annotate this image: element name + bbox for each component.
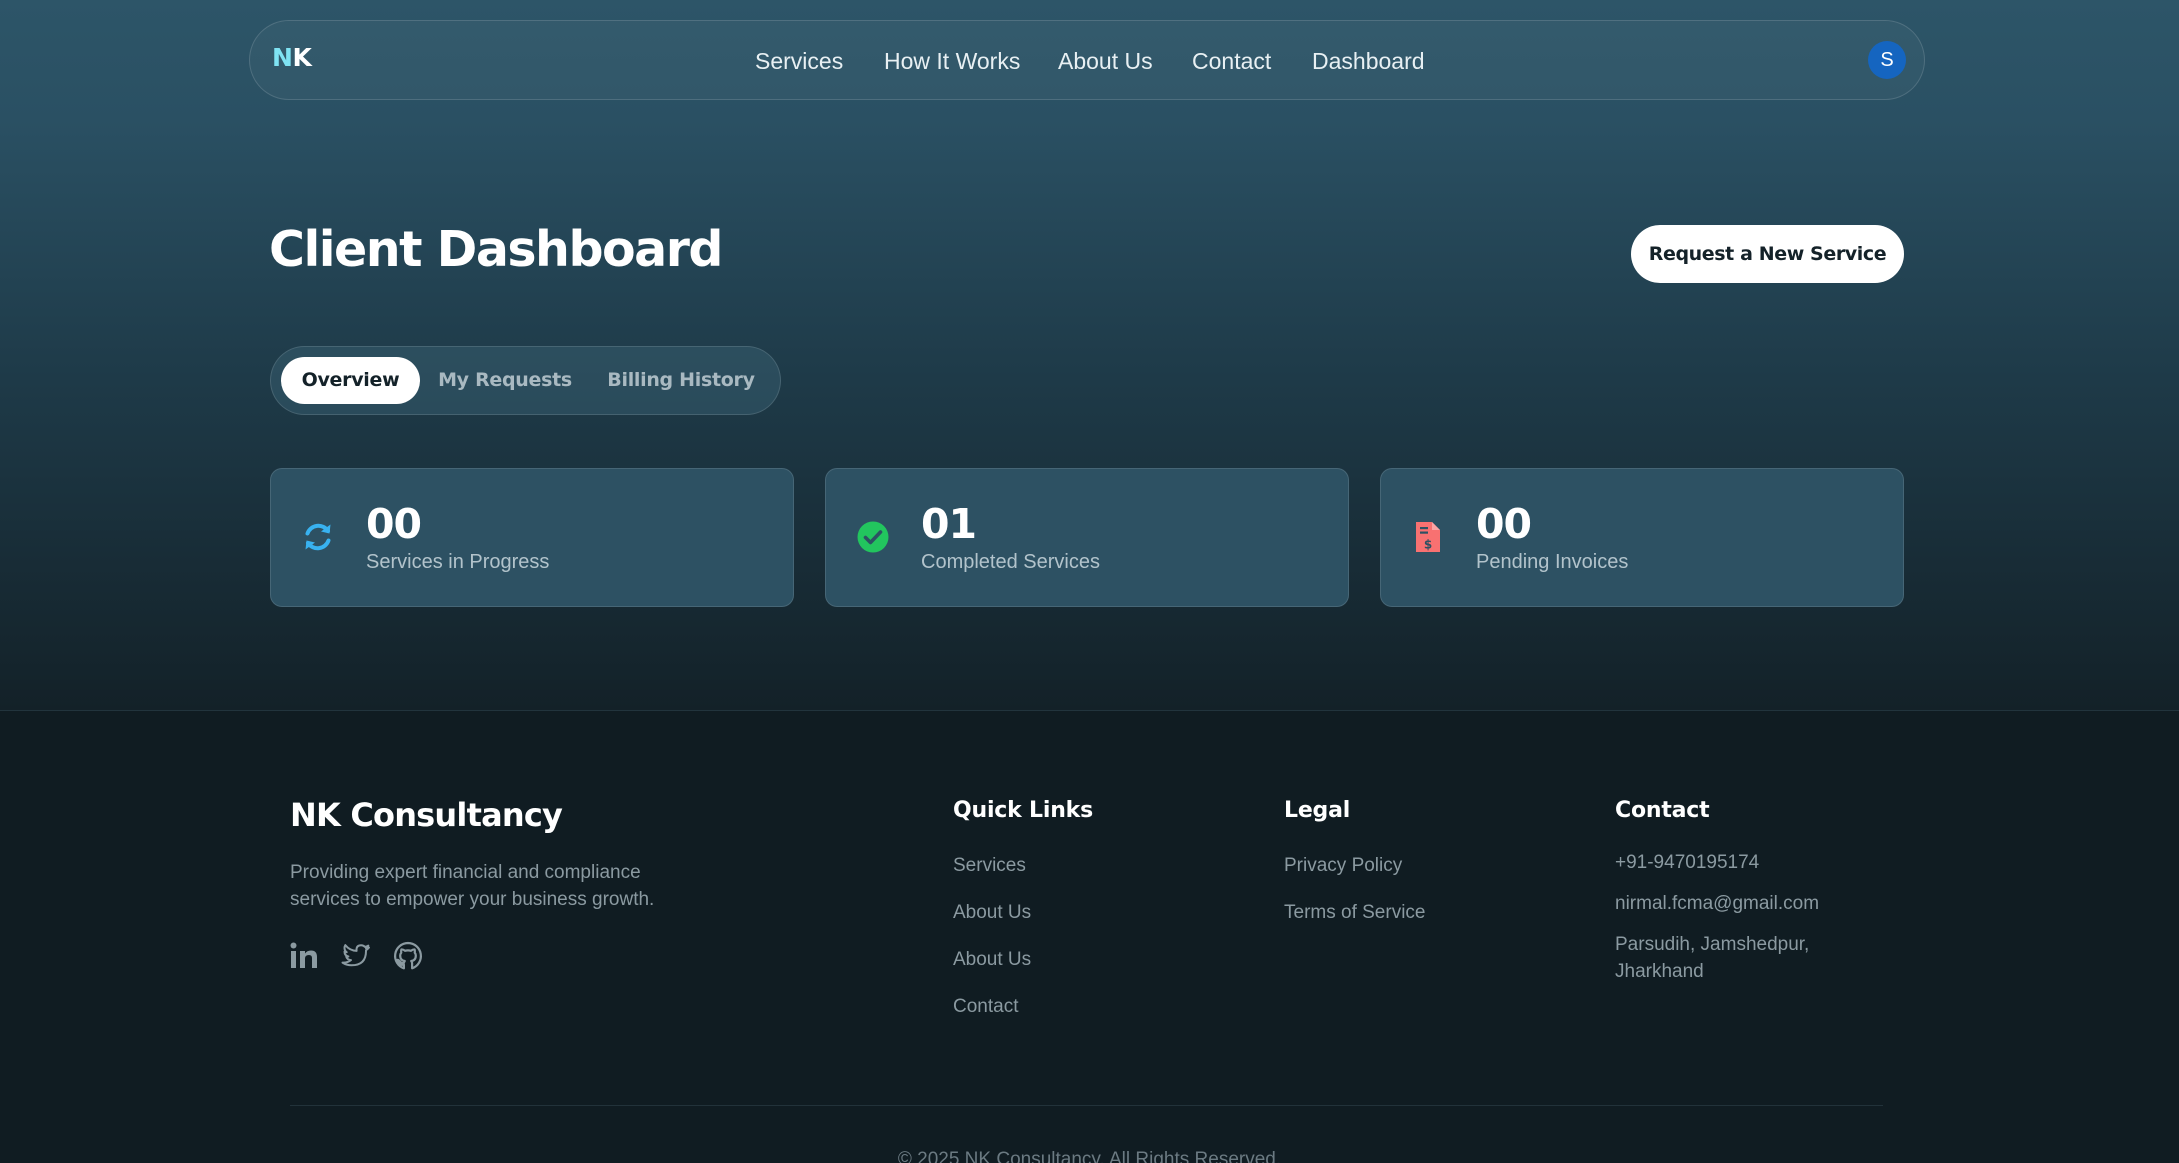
contact-title: Contact bbox=[1615, 798, 1710, 823]
footer-description: Providing expert financial and complianc… bbox=[290, 862, 655, 910]
invoice-icon: $ bbox=[1416, 522, 1440, 552]
dashboard-tabs: Overview My Requests Billing History bbox=[270, 346, 781, 415]
stat-label: Pending Invoices bbox=[1476, 551, 1629, 573]
user-avatar[interactable]: S bbox=[1868, 41, 1906, 79]
hero-section: NK Services How It Works About Us Contac… bbox=[0, 0, 2179, 711]
stat-value: 01 bbox=[921, 500, 977, 548]
check-circle-icon bbox=[857, 521, 889, 553]
tab-my-requests[interactable]: My Requests bbox=[428, 357, 582, 404]
nav-link-how-it-works[interactable]: How It Works bbox=[884, 48, 1020, 75]
request-new-service-button[interactable]: Request a New Service bbox=[1631, 225, 1904, 283]
stat-card-pending-invoices: $ 00 Pending Invoices bbox=[1380, 468, 1904, 607]
contact-email: nirmal.fcma@gmail.com bbox=[1615, 893, 1820, 914]
tab-overview[interactable]: Overview bbox=[281, 357, 420, 404]
page-title: Client Dashboard bbox=[269, 221, 723, 278]
stat-card-in-progress: 00 Services in Progress bbox=[270, 468, 794, 607]
footer-link-terms-of-service[interactable]: Terms of Service bbox=[1284, 902, 1425, 924]
nav-link-dashboard[interactable]: Dashboard bbox=[1312, 48, 1425, 75]
nav-link-contact[interactable]: Contact bbox=[1192, 48, 1271, 75]
copyright: © 2025 NK Consultancy. All Rights Reserv… bbox=[897, 1149, 1282, 1163]
nav-links: Services How It Works About Us Contact D… bbox=[250, 48, 1924, 78]
footer-divider bbox=[290, 1105, 1883, 1106]
contact-address: Parsudih, Jamshedpur, Jharkhand bbox=[1615, 934, 1810, 982]
footer-link-contact[interactable]: Contact bbox=[953, 996, 1018, 1018]
tab-billing-history[interactable]: Billing History bbox=[590, 357, 772, 404]
navbar: NK Services How It Works About Us Contac… bbox=[249, 20, 1925, 100]
twitter-icon[interactable] bbox=[341, 941, 371, 971]
stat-label: Completed Services bbox=[921, 551, 1100, 573]
quick-links-title: Quick Links bbox=[953, 798, 1093, 823]
svg-text:$: $ bbox=[1424, 538, 1432, 552]
nav-link-services[interactable]: Services bbox=[755, 48, 843, 75]
github-icon[interactable] bbox=[393, 941, 423, 971]
footer-link-privacy-policy[interactable]: Privacy Policy bbox=[1284, 855, 1402, 877]
legal-title: Legal bbox=[1284, 798, 1351, 823]
stat-card-completed: 01 Completed Services bbox=[825, 468, 1349, 607]
footer-brand: NK Consultancy bbox=[290, 796, 563, 834]
stat-label: Services in Progress bbox=[366, 551, 550, 573]
nav-link-about-us[interactable]: About Us bbox=[1058, 48, 1153, 75]
stat-value: 00 bbox=[1476, 500, 1532, 548]
refresh-icon bbox=[305, 523, 331, 551]
stat-value: 00 bbox=[366, 500, 422, 548]
footer-link-about-us[interactable]: About Us bbox=[953, 902, 1031, 924]
linkedin-icon[interactable] bbox=[289, 941, 319, 971]
contact-phone: +91-9470195174 bbox=[1615, 852, 1760, 873]
footer-link-about-us-2[interactable]: About Us bbox=[953, 949, 1031, 971]
footer-link-services[interactable]: Services bbox=[953, 855, 1026, 877]
